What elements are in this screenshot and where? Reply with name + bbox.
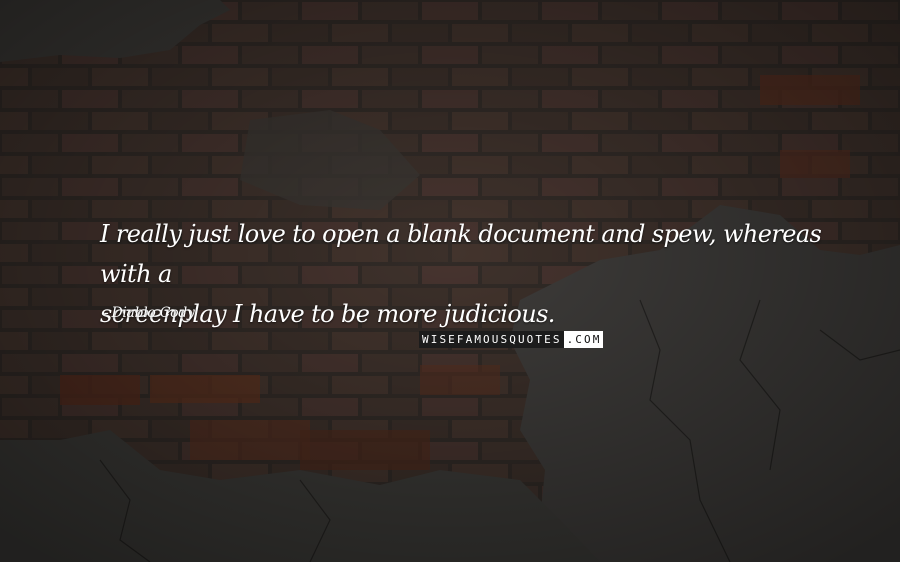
quote-line-1: I really just love to open a blank docum… bbox=[100, 220, 822, 288]
watermark-dark-part: WISEFAMOUSQUOTES bbox=[419, 331, 564, 348]
site-watermark: WISEFAMOUSQUOTES .COM bbox=[419, 331, 604, 348]
watermark-light-part: .COM bbox=[563, 331, 604, 348]
quote-author: - Diablo Cody bbox=[104, 305, 195, 321]
author-dash: - bbox=[104, 305, 109, 321]
author-name: Diablo Cody bbox=[111, 305, 195, 321]
quote-text: I really just love to open a blank docum… bbox=[100, 214, 860, 334]
quote-image: I really just love to open a blank docum… bbox=[0, 0, 900, 562]
